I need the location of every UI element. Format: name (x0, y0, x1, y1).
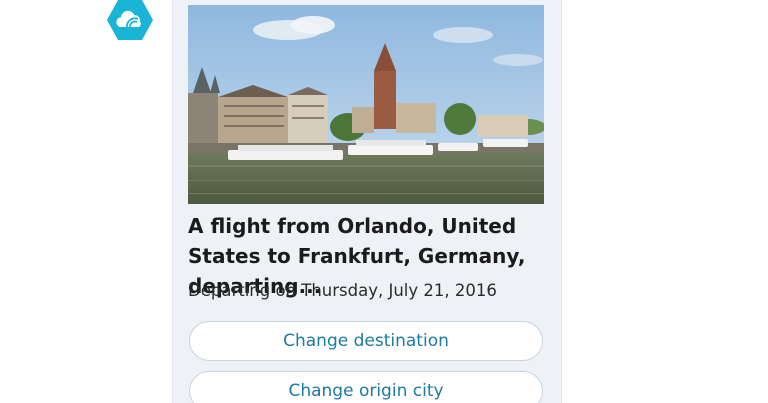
flight-card: A flight from Orlando, United States to … (172, 0, 562, 403)
chat-stage: A flight from Orlando, United States to … (0, 0, 768, 403)
change-destination-button[interactable]: Change destination (189, 321, 543, 361)
change-origin-city-button[interactable]: Change origin city (189, 371, 543, 403)
bot-avatar-icon[interactable] (107, 0, 153, 40)
departure-date: Departing on Thursday, July 21, 2016 (188, 281, 497, 300)
destination-photo (188, 5, 544, 204)
